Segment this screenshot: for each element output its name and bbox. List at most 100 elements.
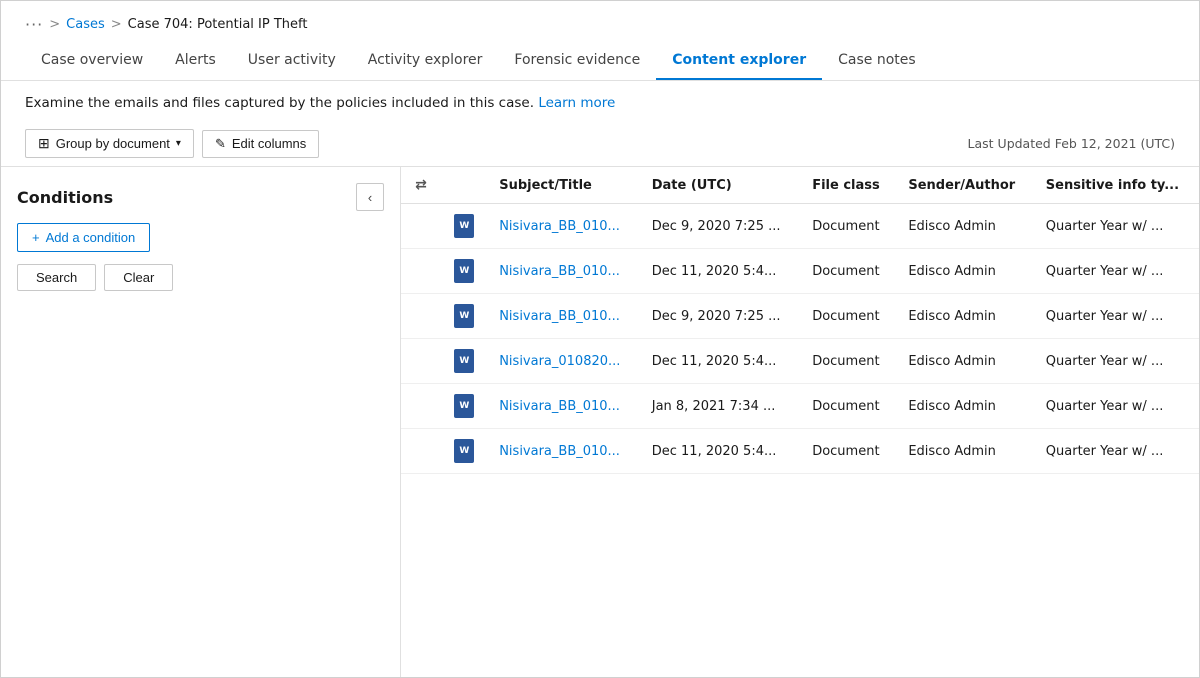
col-header-subject[interactable]: Subject/Title <box>487 167 640 204</box>
collapse-panel-button[interactable]: ‹ <box>356 183 384 211</box>
tab-activity-explorer[interactable]: Activity explorer <box>352 44 499 80</box>
row-sensitive-info: Quarter Year w/ ... <box>1034 204 1199 249</box>
tab-content-explorer[interactable]: Content explorer <box>656 44 822 80</box>
add-condition-label: Add a condition <box>46 230 136 245</box>
col-header-checkbox: ⇄ <box>401 167 441 204</box>
row-file-icon: W <box>441 384 487 429</box>
word-file-icon: W <box>454 349 474 373</box>
row-file-class: Document <box>800 429 896 474</box>
tab-case-notes[interactable]: Case notes <box>822 44 932 80</box>
row-checkbox-cell <box>401 204 441 249</box>
breadcrumb-sep1: > <box>49 17 60 32</box>
row-file-icon: W <box>441 429 487 474</box>
edit-columns-button[interactable]: ✎ Edit columns <box>202 130 319 158</box>
word-file-icon: W <box>454 394 474 418</box>
row-file-class: Document <box>800 384 896 429</box>
col-header-sender[interactable]: Sender/Author <box>896 167 1033 204</box>
row-sender: Edisco Admin <box>896 294 1033 339</box>
row-file-icon: W <box>441 339 487 384</box>
row-date: Dec 9, 2020 7:25 ... <box>640 204 800 249</box>
word-file-icon: W <box>454 439 474 463</box>
page-description: Examine the emails and files captured by… <box>1 81 1199 121</box>
last-updated: Last Updated Feb 12, 2021 (UTC) <box>968 136 1175 151</box>
row-checkbox-cell <box>401 294 441 339</box>
col-header-sensitive[interactable]: Sensitive info ty... <box>1034 167 1199 204</box>
row-subject[interactable]: Nisivara_BB_010... <box>487 204 640 249</box>
row-subject[interactable]: Nisivara_BB_010... <box>487 294 640 339</box>
toolbar: ⊞ Group by document ▾ ✎ Edit columns Las… <box>1 121 1199 166</box>
word-file-icon: W <box>454 304 474 328</box>
learn-more-link[interactable]: Learn more <box>538 95 615 111</box>
row-date: Jan 8, 2021 7:34 ... <box>640 384 800 429</box>
group-by-label: Group by document <box>56 136 170 151</box>
add-condition-button[interactable]: + Add a condition <box>17 223 150 252</box>
row-file-class: Document <box>800 294 896 339</box>
col-header-file-icon <box>441 167 487 204</box>
row-sender: Edisco Admin <box>896 384 1033 429</box>
row-file-class: Document <box>800 339 896 384</box>
table-row[interactable]: W Nisivara_BB_010...Dec 11, 2020 5:4...Do… <box>401 249 1199 294</box>
row-subject[interactable]: Nisivara_BB_010... <box>487 429 640 474</box>
breadcrumb-current: Case 704: Potential IP Theft <box>128 17 308 32</box>
row-checkbox-cell <box>401 429 441 474</box>
table-row[interactable]: W Nisivara_BB_010...Dec 11, 2020 5:4...Do… <box>401 429 1199 474</box>
table-row[interactable]: W Nisivara_BB_010...Dec 9, 2020 7:25 ...D… <box>401 204 1199 249</box>
row-date: Dec 11, 2020 5:4... <box>640 339 800 384</box>
row-date: Dec 9, 2020 7:25 ... <box>640 294 800 339</box>
row-file-icon: W <box>441 294 487 339</box>
clear-button[interactable]: Clear <box>104 264 173 291</box>
table-row[interactable]: W Nisivara_BB_010...Jan 8, 2021 7:34 ...D… <box>401 384 1199 429</box>
main-content: Conditions ‹ + Add a condition Search Cl… <box>1 166 1199 677</box>
conditions-panel: Conditions ‹ + Add a condition Search Cl… <box>1 167 401 677</box>
row-file-class: Document <box>800 204 896 249</box>
content-table-area: ⇄ Subject/Title Date (UTC) File class <box>401 167 1199 677</box>
row-sensitive-info: Quarter Year w/ ... <box>1034 384 1199 429</box>
conditions-title: Conditions <box>17 188 113 207</box>
row-date: Dec 11, 2020 5:4... <box>640 429 800 474</box>
row-sensitive-info: Quarter Year w/ ... <box>1034 339 1199 384</box>
table-header-row: ⇄ Subject/Title Date (UTC) File class <box>401 167 1199 204</box>
tab-alerts[interactable]: Alerts <box>159 44 232 80</box>
content-table: ⇄ Subject/Title Date (UTC) File class <box>401 167 1199 474</box>
row-sender: Edisco Admin <box>896 204 1033 249</box>
group-by-icon: ⊞ <box>38 135 50 152</box>
plus-icon: + <box>32 230 40 245</box>
row-checkbox-cell <box>401 384 441 429</box>
word-file-icon: W <box>454 259 474 283</box>
row-sensitive-info: Quarter Year w/ ... <box>1034 249 1199 294</box>
word-file-icon: W <box>454 214 474 238</box>
breadcrumb-dots: ··· <box>25 15 43 34</box>
edit-columns-icon: ✎ <box>215 136 226 152</box>
table-row[interactable]: W Nisivara_BB_010...Dec 9, 2020 7:25 ...D… <box>401 294 1199 339</box>
table-row[interactable]: W Nisivara_010820...Dec 11, 2020 5:4...Do… <box>401 339 1199 384</box>
col-header-date[interactable]: Date (UTC) <box>640 167 800 204</box>
tabs-nav: Case overview Alerts User activity Activ… <box>1 44 1199 81</box>
edit-columns-label: Edit columns <box>232 136 306 151</box>
row-date: Dec 11, 2020 5:4... <box>640 249 800 294</box>
row-sensitive-info: Quarter Year w/ ... <box>1034 294 1199 339</box>
group-by-button[interactable]: ⊞ Group by document ▾ <box>25 129 194 158</box>
header-icon: ⇄ <box>415 177 427 193</box>
row-sender: Edisco Admin <box>896 339 1033 384</box>
row-subject[interactable]: Nisivara_BB_010... <box>487 384 640 429</box>
row-checkbox-cell <box>401 249 441 294</box>
row-subject[interactable]: Nisivara_010820... <box>487 339 640 384</box>
row-file-class: Document <box>800 249 896 294</box>
row-checkbox-cell <box>401 339 441 384</box>
collapse-icon: ‹ <box>368 190 372 205</box>
search-button[interactable]: Search <box>17 264 96 291</box>
tab-forensic-evidence[interactable]: Forensic evidence <box>498 44 656 80</box>
row-file-icon: W <box>441 249 487 294</box>
row-subject[interactable]: Nisivara_BB_010... <box>487 249 640 294</box>
row-sender: Edisco Admin <box>896 249 1033 294</box>
row-sender: Edisco Admin <box>896 429 1033 474</box>
breadcrumb-cases[interactable]: Cases <box>66 17 105 32</box>
chevron-down-icon: ▾ <box>176 138 181 149</box>
breadcrumb: ··· > Cases > Case 704: Potential IP The… <box>1 1 1199 44</box>
breadcrumb-sep2: > <box>111 17 122 32</box>
tab-user-activity[interactable]: User activity <box>232 44 352 80</box>
row-sensitive-info: Quarter Year w/ ... <box>1034 429 1199 474</box>
col-header-file-class[interactable]: File class <box>800 167 896 204</box>
tab-case-overview[interactable]: Case overview <box>25 44 159 80</box>
row-file-icon: W <box>441 204 487 249</box>
